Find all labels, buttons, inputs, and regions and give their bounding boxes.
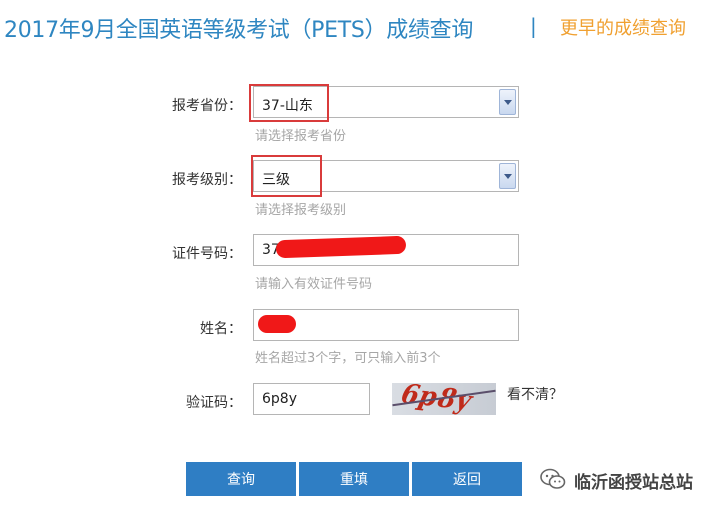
- level-label: 报考级别：: [172, 172, 242, 188]
- page-title: 2017年9月全国英语等级考试（PETS）成绩查询: [4, 18, 474, 43]
- captcha-value: 6p8y: [262, 391, 297, 407]
- back-button[interactable]: 返回: [412, 462, 522, 496]
- province-hint: 请选择报考省份: [255, 129, 347, 144]
- name-label: 姓名：: [200, 321, 242, 337]
- annotation-box: [249, 84, 329, 122]
- wechat-account-name: 临沂函授站总站: [574, 473, 693, 493]
- refresh-captcha-link[interactable]: 看不清？: [507, 384, 563, 404]
- header-separator: |: [530, 14, 537, 38]
- annotation-box: [251, 155, 322, 197]
- chevron-down-icon[interactable]: [499, 163, 516, 189]
- earlier-results-link[interactable]: 更早的成绩查询: [560, 14, 686, 40]
- redaction-mark: [258, 315, 296, 333]
- level-hint: 请选择报考级别: [255, 203, 347, 218]
- id-number-label: 证件号码：: [172, 246, 242, 262]
- captcha-label: 验证码：: [186, 395, 242, 411]
- wechat-icon: [540, 468, 566, 489]
- reset-button[interactable]: 重填: [299, 462, 409, 496]
- id-number-hint: 请输入有效证件号码: [255, 277, 373, 292]
- chevron-down-icon[interactable]: [499, 89, 516, 115]
- name-hint: 姓名超过3个字，可只输入前3个: [255, 351, 441, 366]
- page-header: 2017年9月全国英语等级考试（PETS）成绩查询 | 更早的成绩查询: [0, 8, 726, 48]
- captcha-image[interactable]: 6p8y: [392, 383, 496, 415]
- query-button[interactable]: 查询: [186, 462, 296, 496]
- province-label: 报考省份：: [172, 98, 242, 114]
- wechat-watermark: 临沂函授站总站: [540, 466, 726, 494]
- captcha-input[interactable]: 6p8y: [253, 383, 370, 415]
